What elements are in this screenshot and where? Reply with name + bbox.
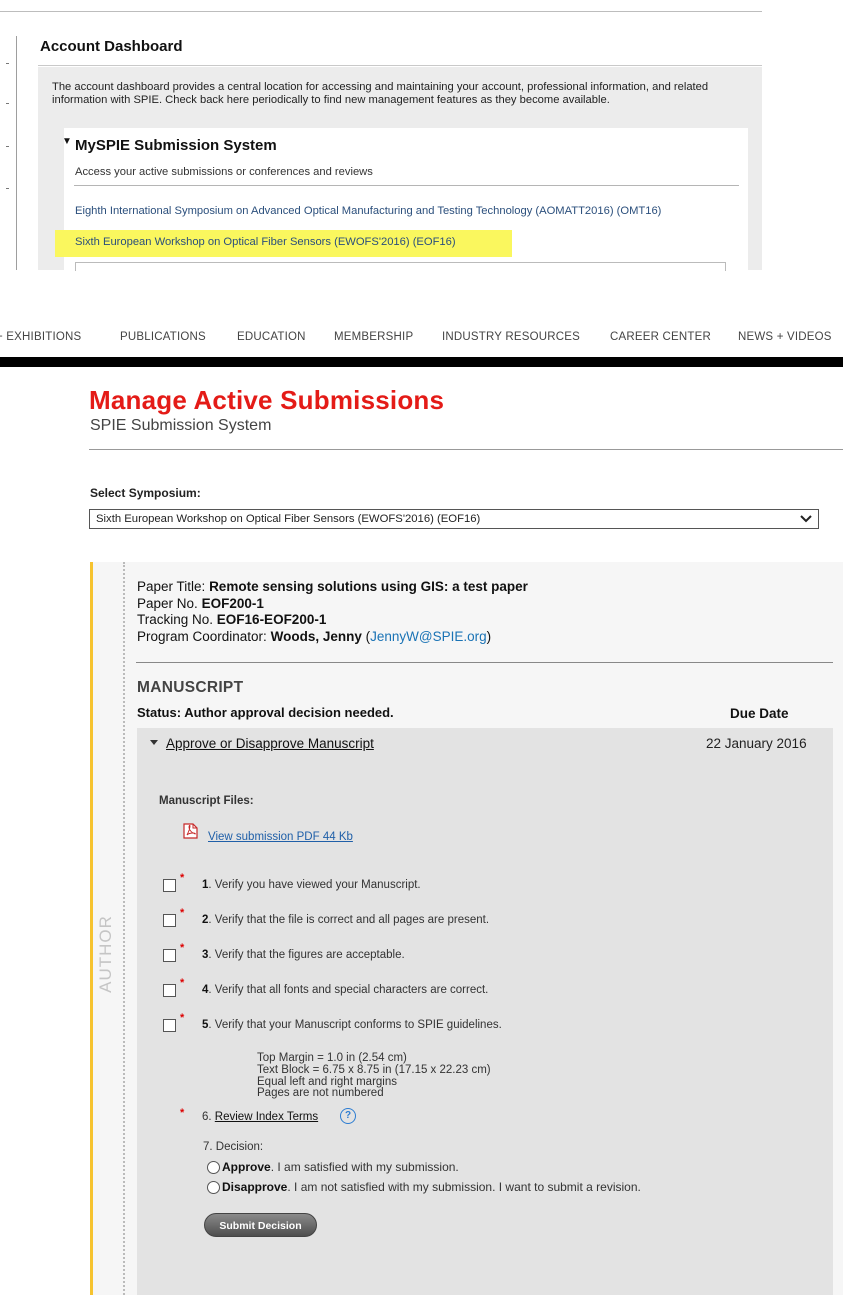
required-marker: * (180, 977, 185, 989)
review-index-terms-link[interactable]: Review Index Terms (215, 1111, 318, 1123)
dashboard-divider (38, 65, 762, 66)
required-marker: * (180, 907, 185, 919)
left-tick (6, 188, 9, 189)
check-item-4: 4. Verify that all fonts and special cha… (202, 984, 489, 996)
status-text: Status: Author approval decision needed. (137, 705, 394, 720)
disapprove-radio[interactable] (207, 1181, 220, 1194)
approve-disapprove-link[interactable]: Approve or Disapprove Manuscript (166, 736, 374, 751)
myspie-title[interactable]: MySPIE Submission System (75, 137, 277, 154)
disapprove-label: Disapprove. I am not satisfied with my s… (222, 1180, 641, 1194)
myspie-divider (74, 185, 739, 186)
left-tick (6, 146, 9, 147)
symposium-link-omt16[interactable]: Eighth International Symposium on Advanc… (75, 205, 661, 217)
view-pdf-link[interactable]: View submission PDF 44 Kb (208, 831, 353, 843)
dashboard-title: Account Dashboard (40, 38, 183, 55)
myspie-subtitle: Access your active submissions or confer… (75, 166, 373, 178)
help-icon[interactable]: ? (340, 1108, 356, 1124)
nav-membership[interactable]: MEMBERSHIP (334, 331, 413, 343)
check-item-1: 1. Verify you have viewed your Manuscrip… (202, 879, 421, 891)
page-subtitle: SPIE Submission System (90, 417, 272, 434)
approve-label: Approve. I am satisfied with my submissi… (222, 1160, 459, 1174)
symposium-select[interactable]: Sixth European Workshop on Optical Fiber… (89, 509, 819, 529)
check-item-3: 3. Verify that the figures are acceptabl… (202, 949, 405, 961)
symposium-link-eof16[interactable]: Sixth European Workshop on Optical Fiber… (75, 236, 456, 248)
coordinator-name: Woods, Jenny (270, 628, 362, 644)
manuscript-heading: MANUSCRIPT (137, 679, 244, 696)
top-divider (0, 11, 762, 12)
verify-checkbox-1[interactable] (163, 879, 176, 892)
nav-exhibitions[interactable]: + EXHIBITIONS (0, 331, 81, 343)
expand-triangle-icon[interactable] (150, 740, 158, 745)
required-marker: * (180, 1107, 185, 1119)
nav-publications[interactable]: PUBLICATIONS (120, 331, 206, 343)
decision-label: 7. Decision: (203, 1141, 264, 1153)
submit-decision-button[interactable]: Submit Decision (204, 1213, 317, 1237)
left-tick (6, 63, 9, 64)
tracking-number: EOF16-EOF200-1 (216, 612, 327, 627)
verify-checkbox-4[interactable] (163, 984, 176, 997)
content-box (75, 262, 726, 271)
required-marker: * (180, 1012, 185, 1024)
nav-education[interactable]: EDUCATION (237, 331, 306, 343)
chevron-down-icon (800, 512, 812, 529)
check-item-2: 2. Verify that the file is correct and a… (202, 914, 490, 926)
select-symposium-label: Select Symposium: (90, 486, 201, 500)
required-marker: * (180, 942, 185, 954)
left-rule (16, 36, 17, 270)
verify-checkbox-3[interactable] (163, 949, 176, 962)
paper-number: EOF200-1 (201, 595, 264, 611)
nav-news-videos[interactable]: NEWS + VIDEOS (738, 331, 832, 343)
title-divider (89, 449, 843, 450)
coordinator-email-link[interactable]: JennyW@SPIE.org (370, 629, 487, 644)
nav-industry-resources[interactable]: INDUSTRY RESOURCES (442, 331, 580, 343)
check-item-5: 5. Verify that your Manuscript conforms … (202, 1019, 502, 1031)
author-accent-bar (90, 562, 93, 1295)
paper-info: Paper Title: Remote sensing solutions us… (137, 579, 528, 644)
due-date-value: 22 January 2016 (706, 736, 807, 751)
nav-underline-bar (0, 357, 843, 367)
info-divider (136, 662, 833, 663)
paper-title: Remote sensing solutions using GIS: a te… (209, 579, 528, 594)
review-index-terms: 6. Review Index Terms (202, 1111, 319, 1123)
guideline-specs: Top Margin = 1.0 in (2.54 cm) Text Block… (257, 1052, 491, 1100)
dashboard-description: The account dashboard provides a central… (52, 81, 709, 106)
nav-career-center[interactable]: CAREER CENTER (610, 331, 711, 343)
collapse-triangle-icon[interactable]: ▼ (62, 136, 72, 147)
approve-radio[interactable] (207, 1161, 220, 1174)
dotted-separator (123, 562, 125, 1295)
verify-checkbox-5[interactable] (163, 1019, 176, 1032)
manuscript-panel (137, 728, 833, 1295)
verify-checkbox-2[interactable] (163, 914, 176, 927)
page-title: Manage Active Submissions (89, 385, 445, 415)
required-marker: * (180, 872, 185, 884)
manuscript-files-label: Manuscript Files: (159, 795, 254, 807)
symposium-select-value: Sixth European Workshop on Optical Fiber… (96, 513, 481, 525)
pdf-icon[interactable] (183, 823, 198, 839)
due-date-header: Due Date (730, 706, 789, 721)
main-nav: + EXHIBITIONS PUBLICATIONS EDUCATION MEM… (0, 331, 843, 347)
left-tick (6, 103, 9, 104)
author-label: AUTHOR (96, 915, 115, 993)
